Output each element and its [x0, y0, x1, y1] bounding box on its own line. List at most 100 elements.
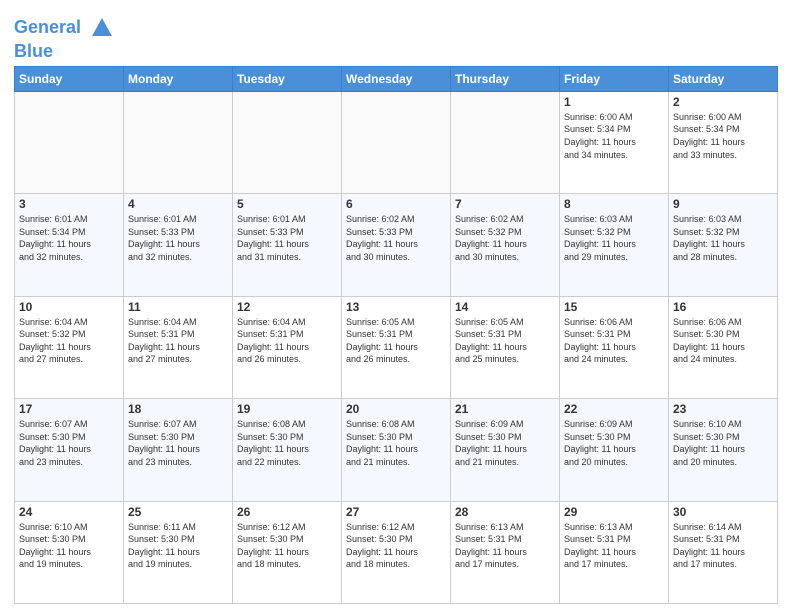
calendar-cell: 19 Sunrise: 6:08 AM Sunset: 5:30 PM Dayli… [233, 399, 342, 501]
day-number: 1 [564, 95, 664, 109]
calendar-header-thursday: Thursday [451, 66, 560, 91]
day-info: Sunrise: 6:10 AM Sunset: 5:30 PM Dayligh… [673, 418, 773, 468]
day-info: Sunrise: 6:00 AM Sunset: 5:34 PM Dayligh… [673, 111, 773, 161]
calendar-header-wednesday: Wednesday [342, 66, 451, 91]
day-info: Sunrise: 6:14 AM Sunset: 5:31 PM Dayligh… [673, 521, 773, 571]
calendar-cell: 24 Sunrise: 6:10 AM Sunset: 5:30 PM Dayli… [15, 501, 124, 603]
calendar-table: SundayMondayTuesdayWednesdayThursdayFrid… [14, 66, 778, 604]
day-number: 29 [564, 505, 664, 519]
day-number: 9 [673, 197, 773, 211]
day-info: Sunrise: 6:04 AM Sunset: 5:31 PM Dayligh… [128, 316, 228, 366]
day-info: Sunrise: 6:01 AM Sunset: 5:33 PM Dayligh… [128, 213, 228, 263]
day-info: Sunrise: 6:09 AM Sunset: 5:30 PM Dayligh… [564, 418, 664, 468]
calendar-header-monday: Monday [124, 66, 233, 91]
calendar-cell: 17 Sunrise: 6:07 AM Sunset: 5:30 PM Dayli… [15, 399, 124, 501]
day-info: Sunrise: 6:02 AM Sunset: 5:32 PM Dayligh… [455, 213, 555, 263]
day-number: 16 [673, 300, 773, 314]
day-info: Sunrise: 6:08 AM Sunset: 5:30 PM Dayligh… [237, 418, 337, 468]
calendar-cell: 28 Sunrise: 6:13 AM Sunset: 5:31 PM Dayli… [451, 501, 560, 603]
day-info: Sunrise: 6:07 AM Sunset: 5:30 PM Dayligh… [128, 418, 228, 468]
day-number: 18 [128, 402, 228, 416]
day-number: 22 [564, 402, 664, 416]
calendar-cell: 6 Sunrise: 6:02 AM Sunset: 5:33 PM Daylig… [342, 194, 451, 296]
day-info: Sunrise: 6:13 AM Sunset: 5:31 PM Dayligh… [564, 521, 664, 571]
logo: General Blue [14, 14, 116, 62]
calendar-cell: 25 Sunrise: 6:11 AM Sunset: 5:30 PM Dayli… [124, 501, 233, 603]
day-info: Sunrise: 6:06 AM Sunset: 5:30 PM Dayligh… [673, 316, 773, 366]
calendar-cell: 7 Sunrise: 6:02 AM Sunset: 5:32 PM Daylig… [451, 194, 560, 296]
day-number: 10 [19, 300, 119, 314]
calendar-header-sunday: Sunday [15, 66, 124, 91]
day-number: 2 [673, 95, 773, 109]
day-number: 20 [346, 402, 446, 416]
day-number: 13 [346, 300, 446, 314]
day-info: Sunrise: 6:06 AM Sunset: 5:31 PM Dayligh… [564, 316, 664, 366]
day-number: 19 [237, 402, 337, 416]
day-number: 25 [128, 505, 228, 519]
day-info: Sunrise: 6:01 AM Sunset: 5:34 PM Dayligh… [19, 213, 119, 263]
day-number: 4 [128, 197, 228, 211]
day-number: 28 [455, 505, 555, 519]
calendar-cell [233, 91, 342, 193]
day-info: Sunrise: 6:05 AM Sunset: 5:31 PM Dayligh… [455, 316, 555, 366]
day-info: Sunrise: 6:03 AM Sunset: 5:32 PM Dayligh… [673, 213, 773, 263]
logo-icon [88, 14, 116, 42]
day-info: Sunrise: 6:09 AM Sunset: 5:30 PM Dayligh… [455, 418, 555, 468]
calendar-cell: 22 Sunrise: 6:09 AM Sunset: 5:30 PM Dayli… [560, 399, 669, 501]
calendar-header-friday: Friday [560, 66, 669, 91]
day-info: Sunrise: 6:01 AM Sunset: 5:33 PM Dayligh… [237, 213, 337, 263]
logo-blue: Blue [14, 42, 116, 62]
calendar-cell [124, 91, 233, 193]
calendar-cell: 4 Sunrise: 6:01 AM Sunset: 5:33 PM Daylig… [124, 194, 233, 296]
day-info: Sunrise: 6:12 AM Sunset: 5:30 PM Dayligh… [237, 521, 337, 571]
calendar-header-tuesday: Tuesday [233, 66, 342, 91]
day-number: 8 [564, 197, 664, 211]
day-number: 11 [128, 300, 228, 314]
day-info: Sunrise: 6:07 AM Sunset: 5:30 PM Dayligh… [19, 418, 119, 468]
day-info: Sunrise: 6:02 AM Sunset: 5:33 PM Dayligh… [346, 213, 446, 263]
day-number: 3 [19, 197, 119, 211]
day-number: 6 [346, 197, 446, 211]
day-info: Sunrise: 6:04 AM Sunset: 5:31 PM Dayligh… [237, 316, 337, 366]
day-info: Sunrise: 6:08 AM Sunset: 5:30 PM Dayligh… [346, 418, 446, 468]
day-number: 21 [455, 402, 555, 416]
day-info: Sunrise: 6:12 AM Sunset: 5:30 PM Dayligh… [346, 521, 446, 571]
day-number: 17 [19, 402, 119, 416]
calendar-cell: 20 Sunrise: 6:08 AM Sunset: 5:30 PM Dayli… [342, 399, 451, 501]
day-info: Sunrise: 6:04 AM Sunset: 5:32 PM Dayligh… [19, 316, 119, 366]
day-info: Sunrise: 6:13 AM Sunset: 5:31 PM Dayligh… [455, 521, 555, 571]
calendar-cell: 21 Sunrise: 6:09 AM Sunset: 5:30 PM Dayli… [451, 399, 560, 501]
calendar-week-row: 17 Sunrise: 6:07 AM Sunset: 5:30 PM Dayli… [15, 399, 778, 501]
calendar-cell [342, 91, 451, 193]
calendar-cell: 3 Sunrise: 6:01 AM Sunset: 5:34 PM Daylig… [15, 194, 124, 296]
day-number: 5 [237, 197, 337, 211]
calendar-cell: 12 Sunrise: 6:04 AM Sunset: 5:31 PM Dayli… [233, 296, 342, 398]
calendar-cell: 27 Sunrise: 6:12 AM Sunset: 5:30 PM Dayli… [342, 501, 451, 603]
calendar-cell: 26Sunrise: 6:12 AM Sunset: 5:30 PM Dayli… [233, 501, 342, 603]
day-info: Sunrise: 6:10 AM Sunset: 5:30 PM Dayligh… [19, 521, 119, 571]
page: General Blue SundayMondayTuesdayWednesda… [0, 0, 792, 612]
calendar-cell: 10 Sunrise: 6:04 AM Sunset: 5:32 PM Dayli… [15, 296, 124, 398]
calendar-cell: 16 Sunrise: 6:06 AM Sunset: 5:30 PM Dayli… [669, 296, 778, 398]
calendar-cell: 5 Sunrise: 6:01 AM Sunset: 5:33 PM Daylig… [233, 194, 342, 296]
calendar-week-row: 24 Sunrise: 6:10 AM Sunset: 5:30 PM Dayli… [15, 501, 778, 603]
calendar-cell: 2 Sunrise: 6:00 AM Sunset: 5:34 PM Daylig… [669, 91, 778, 193]
day-number: 12 [237, 300, 337, 314]
day-info: Sunrise: 6:11 AM Sunset: 5:30 PM Dayligh… [128, 521, 228, 571]
logo-text-block: General Blue [14, 14, 116, 62]
calendar-cell: 18 Sunrise: 6:07 AM Sunset: 5:30 PM Dayli… [124, 399, 233, 501]
day-number: 15 [564, 300, 664, 314]
calendar-week-row: 1 Sunrise: 6:00 AM Sunset: 5:34 PM Daylig… [15, 91, 778, 193]
calendar-header-saturday: Saturday [669, 66, 778, 91]
day-number: 27 [346, 505, 446, 519]
calendar-cell: 15 Sunrise: 6:06 AM Sunset: 5:31 PM Dayli… [560, 296, 669, 398]
day-number: 7 [455, 197, 555, 211]
calendar-week-row: 3 Sunrise: 6:01 AM Sunset: 5:34 PM Daylig… [15, 194, 778, 296]
day-info: Sunrise: 6:00 AM Sunset: 5:34 PM Dayligh… [564, 111, 664, 161]
calendar-cell: 23 Sunrise: 6:10 AM Sunset: 5:30 PM Dayli… [669, 399, 778, 501]
day-info: Sunrise: 6:03 AM Sunset: 5:32 PM Dayligh… [564, 213, 664, 263]
calendar-cell: 9 Sunrise: 6:03 AM Sunset: 5:32 PM Daylig… [669, 194, 778, 296]
calendar-cell: 1 Sunrise: 6:00 AM Sunset: 5:34 PM Daylig… [560, 91, 669, 193]
day-number: 23 [673, 402, 773, 416]
day-number: 24 [19, 505, 119, 519]
